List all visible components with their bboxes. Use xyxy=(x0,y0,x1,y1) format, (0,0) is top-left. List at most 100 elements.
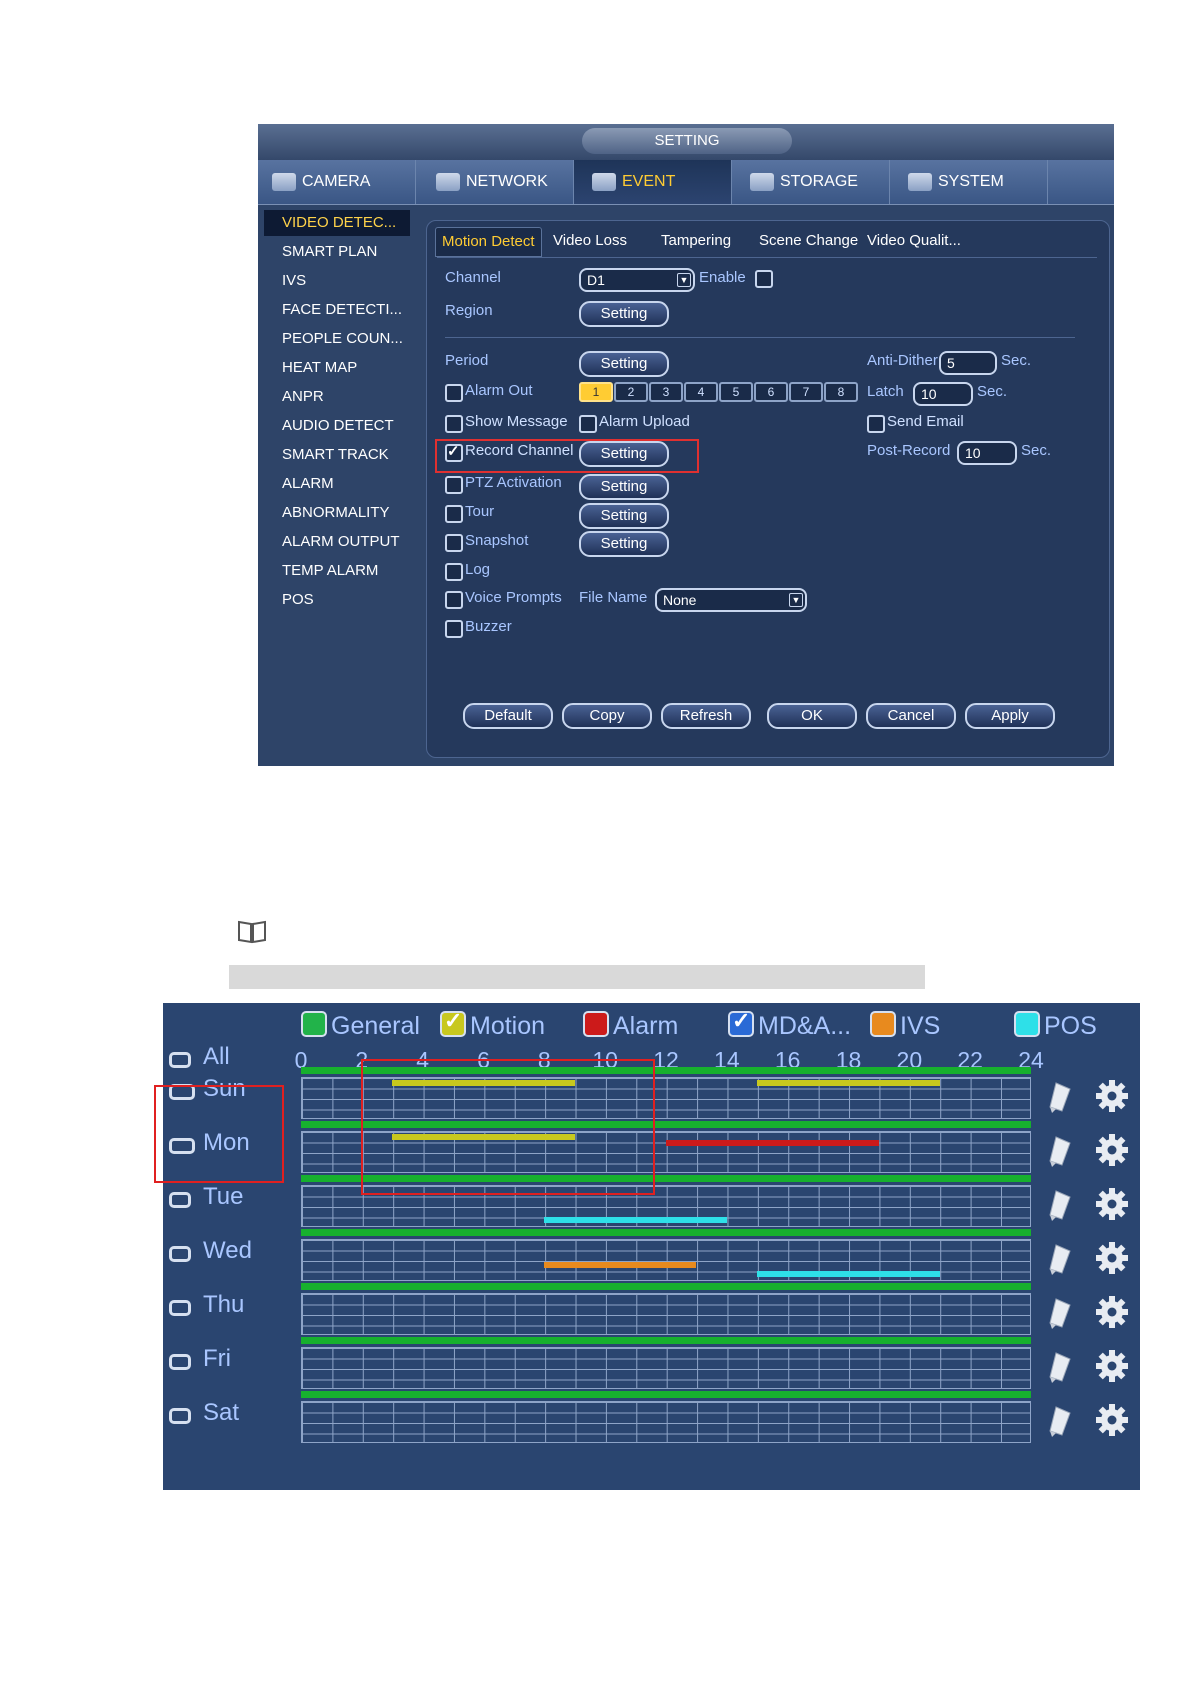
snapshot-checkbox[interactable] xyxy=(445,534,463,552)
gear-icon[interactable] xyxy=(1095,1295,1129,1329)
pencil-icon[interactable] xyxy=(1048,1405,1072,1439)
alarm-out-channel-1[interactable]: 1 xyxy=(579,382,613,402)
tour-checkbox[interactable] xyxy=(445,505,463,523)
tab-event[interactable]: EVENT xyxy=(574,160,732,204)
pencil-icon[interactable] xyxy=(1048,1297,1072,1331)
apply-button[interactable]: Apply xyxy=(965,703,1055,729)
snapshot-setting-button[interactable]: Setting xyxy=(579,531,669,557)
pencil-icon[interactable] xyxy=(1048,1081,1072,1115)
time-cells[interactable] xyxy=(301,1293,1031,1335)
legend-alarm[interactable]: Alarm xyxy=(583,1011,678,1040)
period-segment-pos[interactable] xyxy=(757,1271,940,1277)
tab-network[interactable]: NETWORK xyxy=(416,160,574,204)
sidebar-item-smart-track[interactable]: SMART TRACK xyxy=(264,442,410,468)
alarm-out-channel-8[interactable]: 8 xyxy=(824,382,858,402)
alarm-out-channel-4[interactable]: 4 xyxy=(684,382,718,402)
voice-prompts-checkbox[interactable] xyxy=(445,591,463,609)
all-days-toggle[interactable]: All xyxy=(163,1043,283,1077)
legend-pos[interactable]: POS xyxy=(1014,1011,1097,1040)
buzzer-checkbox[interactable] xyxy=(445,620,463,638)
tab-video-quality[interactable]: Video Qualit... xyxy=(861,227,967,255)
anti-dither-input[interactable]: 5 xyxy=(939,351,997,375)
log-checkbox[interactable] xyxy=(445,563,463,581)
enable-checkbox[interactable] xyxy=(755,270,773,288)
record-channel-checkbox[interactable] xyxy=(445,442,463,462)
legend-ivs[interactable]: IVS xyxy=(870,1011,940,1040)
alarm-upload-checkbox[interactable] xyxy=(579,415,597,433)
show-message-checkbox[interactable] xyxy=(445,415,463,433)
legend-mda[interactable]: ✓ MD&A... xyxy=(728,1008,851,1040)
period-segment-alarm[interactable] xyxy=(666,1140,879,1146)
schedule-grid[interactable] xyxy=(301,1391,1031,1445)
sidebar-item-video-detect[interactable]: VIDEO DETEC... xyxy=(264,210,410,236)
tab-scene-change[interactable]: Scene Change xyxy=(753,227,864,255)
region-setting-button[interactable]: Setting xyxy=(579,301,669,327)
tab-storage[interactable]: STORAGE xyxy=(732,160,890,204)
unlink-icon[interactable] xyxy=(169,1192,191,1208)
schedule-grid[interactable] xyxy=(301,1337,1031,1391)
day-row-sat[interactable]: Sat xyxy=(163,1399,283,1433)
refresh-button[interactable]: Refresh xyxy=(661,703,751,729)
ptz-setting-button[interactable]: Setting xyxy=(579,474,669,500)
alarm-out-channel-5[interactable]: 5 xyxy=(719,382,753,402)
period-segment-motion[interactable] xyxy=(757,1080,940,1086)
unlink-icon[interactable] xyxy=(169,1246,191,1262)
sidebar-item-ivs[interactable]: IVS xyxy=(264,268,410,294)
unlink-icon[interactable] xyxy=(169,1300,191,1316)
day-row-tue[interactable]: Tue xyxy=(163,1183,283,1217)
schedule-grid[interactable] xyxy=(301,1283,1031,1337)
send-email-checkbox[interactable] xyxy=(867,415,885,433)
gear-icon[interactable] xyxy=(1095,1079,1129,1113)
time-cells[interactable] xyxy=(301,1347,1031,1389)
pencil-icon[interactable] xyxy=(1048,1189,1072,1223)
period-segment-ivs[interactable] xyxy=(544,1262,697,1268)
gear-icon[interactable] xyxy=(1095,1403,1129,1437)
unlink-icon[interactable] xyxy=(169,1408,191,1424)
tour-setting-button[interactable]: Setting xyxy=(579,503,669,529)
alarm-out-channel-7[interactable]: 7 xyxy=(789,382,823,402)
record-channel-setting-button[interactable]: Setting xyxy=(579,441,669,467)
tab-system[interactable]: SYSTEM xyxy=(890,160,1048,204)
pencil-icon[interactable] xyxy=(1048,1351,1072,1385)
alarm-out-channel-2[interactable]: 2 xyxy=(614,382,648,402)
gear-icon[interactable] xyxy=(1095,1133,1129,1167)
alarm-out-channel-3[interactable]: 3 xyxy=(649,382,683,402)
gear-icon[interactable] xyxy=(1095,1187,1129,1221)
sidebar-item-heat-map[interactable]: HEAT MAP xyxy=(264,355,410,381)
latch-input[interactable]: 10 xyxy=(913,382,973,406)
post-record-input[interactable]: 10 xyxy=(957,441,1017,465)
ptz-activation-checkbox[interactable] xyxy=(445,476,463,494)
sidebar-item-anpr[interactable]: ANPR xyxy=(264,384,410,410)
sidebar-item-smart-plan[interactable]: SMART PLAN xyxy=(264,239,410,265)
sidebar-item-alarm[interactable]: ALARM xyxy=(264,471,410,497)
period-setting-button[interactable]: Setting xyxy=(579,351,669,377)
schedule-grid[interactable] xyxy=(301,1229,1031,1283)
copy-button[interactable]: Copy xyxy=(562,703,652,729)
alarm-out-channel-6[interactable]: 6 xyxy=(754,382,788,402)
cancel-button[interactable]: Cancel xyxy=(866,703,956,729)
day-row-wed[interactable]: Wed xyxy=(163,1237,283,1271)
tab-tampering[interactable]: Tampering xyxy=(655,227,737,255)
gear-icon[interactable] xyxy=(1095,1241,1129,1275)
tab-video-loss[interactable]: Video Loss xyxy=(547,227,633,255)
tab-camera[interactable]: CAMERA xyxy=(258,160,416,204)
sidebar-item-alarm-output[interactable]: ALARM OUTPUT xyxy=(264,529,410,555)
tab-motion-detect[interactable]: Motion Detect xyxy=(435,227,542,257)
file-name-select[interactable]: None ▼ xyxy=(655,588,807,612)
sidebar-item-abnormality[interactable]: ABNORMALITY xyxy=(264,500,410,526)
sidebar-item-audio-detect[interactable]: AUDIO DETECT xyxy=(264,413,410,439)
alarm-out-checkbox[interactable] xyxy=(445,384,463,402)
sidebar-item-pos[interactable]: POS xyxy=(264,587,410,613)
sidebar-item-face-detect[interactable]: FACE DETECTI... xyxy=(264,297,410,323)
channel-select[interactable]: D1 ▼ xyxy=(579,268,695,292)
ok-button[interactable]: OK xyxy=(767,703,857,729)
period-segment-pos[interactable] xyxy=(544,1217,727,1223)
sidebar-item-temp-alarm[interactable]: TEMP ALARM xyxy=(264,558,410,584)
day-row-thu[interactable]: Thu xyxy=(163,1291,283,1325)
unlink-icon[interactable] xyxy=(169,1354,191,1370)
pencil-icon[interactable] xyxy=(1048,1243,1072,1277)
gear-icon[interactable] xyxy=(1095,1349,1129,1383)
default-button[interactable]: Default xyxy=(463,703,553,729)
day-row-fri[interactable]: Fri xyxy=(163,1345,283,1379)
time-cells[interactable] xyxy=(301,1401,1031,1443)
